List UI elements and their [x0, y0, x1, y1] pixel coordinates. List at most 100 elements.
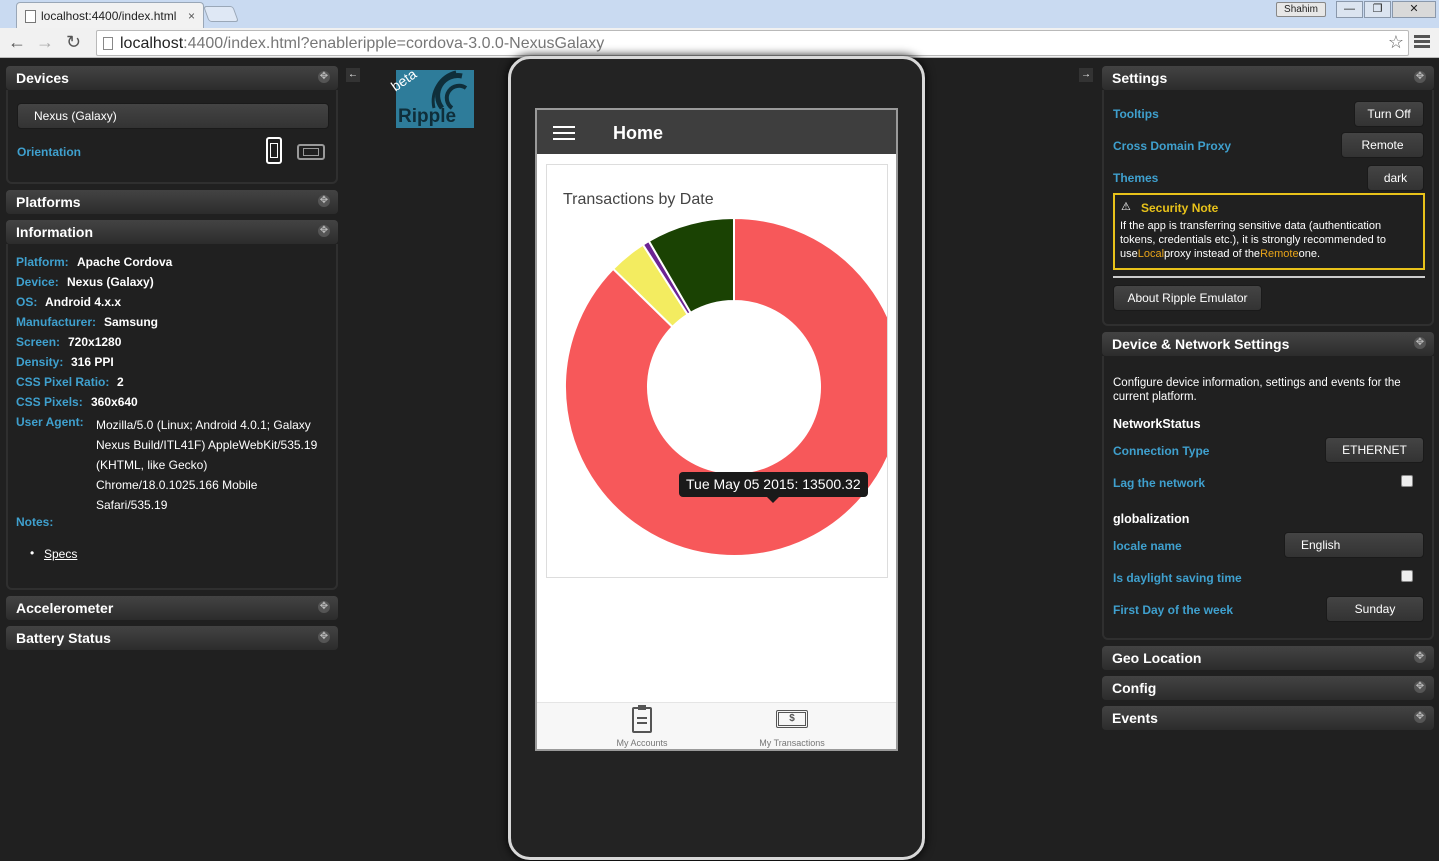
back-button[interactable]: ←: [8, 31, 26, 53]
device-network-panel-title: Device & Network Settings: [1112, 336, 1290, 352]
drag-handle-icon[interactable]: ✥: [1414, 711, 1426, 723]
security-note-end: one.: [1298, 248, 1321, 260]
specs-link[interactable]: Specs: [44, 547, 77, 561]
orientation-label: Orientation: [17, 145, 82, 159]
info-row-value: Apache Cordova: [77, 255, 173, 269]
browser-tab[interactable]: localhost:4400/index.html ×: [16, 2, 204, 28]
nav-my-accounts-label: My Accounts: [616, 738, 668, 748]
security-note-title: Security Note: [1141, 201, 1219, 215]
nav-my-transactions[interactable]: $ My Transactions: [732, 703, 852, 750]
locale-name-select[interactable]: English: [1284, 532, 1424, 558]
drag-handle-icon[interactable]: ✥: [318, 631, 330, 643]
tab-title: localhost:4400/index.html: [41, 9, 177, 23]
geo-location-panel-title: Geo Location: [1112, 650, 1202, 666]
themes-select[interactable]: dark: [1367, 165, 1424, 191]
notes-label: Notes:: [16, 515, 54, 529]
bookmark-star-icon[interactable]: ☆: [1388, 32, 1404, 53]
forward-button[interactable]: →: [36, 31, 54, 53]
drag-handle-icon[interactable]: ✥: [1414, 651, 1426, 663]
browser-titlebar: localhost:4400/index.html × Shahim — ❐ ✕: [0, 0, 1439, 28]
globalization-heading: globalization: [1113, 512, 1190, 526]
ripple-logo-text: Ripple: [398, 106, 457, 127]
hamburger-menu-icon[interactable]: [553, 126, 575, 140]
themes-label: Themes: [1113, 171, 1159, 185]
connection-type-label: Connection Type: [1113, 444, 1210, 458]
donut-chart: [564, 216, 887, 557]
settings-divider: [1113, 276, 1425, 278]
portrait-orientation-icon[interactable]: [266, 137, 282, 164]
first-day-select[interactable]: Sunday: [1326, 596, 1424, 622]
info-row-value: 316 PPI: [71, 355, 114, 369]
new-tab-button[interactable]: [203, 6, 239, 22]
security-note-remote: Remote: [1260, 248, 1299, 260]
proxy-select[interactable]: Remote: [1341, 132, 1424, 158]
warning-icon: ⚠: [1121, 201, 1131, 213]
tab-close-icon[interactable]: ×: [188, 9, 195, 23]
information-panel-title: Information: [16, 224, 93, 240]
tooltips-label: Tooltips: [1113, 107, 1159, 121]
platforms-panel-header[interactable]: Platforms ✥: [6, 190, 338, 214]
drag-handle-icon[interactable]: ✥: [1414, 681, 1426, 693]
security-note-mid: proxy instead of the: [1164, 248, 1261, 260]
security-note-use: use: [1120, 248, 1138, 260]
config-panel-header[interactable]: Config ✥: [1102, 676, 1434, 700]
info-row-value: Android 4.x.x: [45, 295, 122, 309]
user-agent-line: (KHTML, like Gecko): [96, 458, 208, 472]
nav-my-accounts[interactable]: My Accounts: [582, 703, 702, 750]
settings-panel-body: Tooltips Turn Off Cross Domain Proxy Rem…: [1102, 90, 1434, 326]
security-note-line: useLocalproxy instead of theRemoteone.: [1120, 247, 1386, 261]
drag-handle-icon[interactable]: ✥: [1414, 71, 1426, 83]
device-select[interactable]: Nexus (Galaxy): [17, 103, 329, 129]
settings-panel-header[interactable]: Settings ✥: [1102, 66, 1434, 90]
events-panel-header[interactable]: Events ✥: [1102, 706, 1434, 730]
user-agent-label: User Agent:: [16, 415, 84, 429]
information-panel-body: Platform: Apache Cordova Device: Nexus (Gal…: [6, 244, 338, 590]
drag-handle-icon[interactable]: ✥: [318, 195, 330, 207]
browser-menu-icon[interactable]: [1414, 35, 1430, 49]
close-window-button[interactable]: ✕: [1392, 1, 1436, 18]
collapse-left-panel-button[interactable]: ←: [346, 68, 360, 82]
accelerometer-panel-header[interactable]: Accelerometer ✥: [6, 596, 338, 620]
lag-network-label: Lag the network: [1113, 476, 1206, 490]
devices-panel-header[interactable]: Devices ✥: [6, 66, 338, 90]
minimize-button[interactable]: —: [1336, 1, 1363, 18]
platforms-panel-title: Platforms: [16, 194, 81, 210]
clipboard-icon: [632, 705, 652, 733]
about-ripple-button[interactable]: About Ripple Emulator: [1113, 285, 1262, 311]
nav-my-transactions-label: My Transactions: [759, 738, 825, 748]
description-line: current platform.: [1113, 391, 1197, 403]
security-note-box: ⚠ Security Note If the app is transferri…: [1113, 193, 1425, 270]
ripple-logo: Ripple beta: [388, 66, 474, 128]
info-row-value: Nexus (Galaxy): [67, 275, 154, 289]
battery-panel-title: Battery Status: [16, 630, 111, 646]
profile-user-badge[interactable]: Shahim: [1276, 2, 1326, 17]
lag-network-checkbox[interactable]: [1401, 475, 1413, 487]
info-row-label: Screen:: [16, 335, 61, 349]
battery-panel-header[interactable]: Battery Status ✥: [6, 626, 338, 650]
security-note-line: tokens, credentials etc.), it is strongl…: [1120, 234, 1386, 246]
daylight-saving-checkbox[interactable]: [1401, 570, 1413, 582]
info-row-value: 720x1280: [68, 335, 122, 349]
landscape-orientation-icon[interactable]: [297, 144, 325, 160]
tooltips-toggle-button[interactable]: Turn Off: [1354, 101, 1424, 127]
drag-handle-icon[interactable]: ✥: [318, 601, 330, 613]
chart-card: Transactions by Date Tue May 05 2015: 13…: [546, 164, 888, 578]
information-panel-header[interactable]: Information ✥: [6, 220, 338, 244]
network-status-heading: NetworkStatus: [1113, 417, 1201, 431]
drag-handle-icon[interactable]: ✥: [318, 71, 330, 83]
maximize-button[interactable]: ❐: [1364, 1, 1391, 18]
info-row-label: Platform:: [16, 255, 69, 269]
device-network-panel-header[interactable]: Device & Network Settings ✥: [1102, 332, 1434, 356]
address-bar[interactable]: localhost:4400/index.html?enableripple=c…: [96, 30, 1409, 56]
drag-handle-icon[interactable]: ✥: [318, 225, 330, 237]
notes-list-item: • Specs: [30, 546, 78, 561]
connection-type-select[interactable]: ETHERNET: [1325, 437, 1424, 463]
info-row-label: CSS Pixels:: [16, 395, 83, 409]
locale-name-label: locale name: [1113, 539, 1182, 553]
url-host: localhost: [120, 35, 184, 52]
reload-button[interactable]: ↻: [66, 31, 81, 53]
collapse-right-panel-button[interactable]: →: [1079, 68, 1093, 82]
app-bottom-nav: My Accounts $ My Transactions: [537, 702, 896, 749]
drag-handle-icon[interactable]: ✥: [1414, 337, 1426, 349]
geo-location-panel-header[interactable]: Geo Location ✥: [1102, 646, 1434, 670]
